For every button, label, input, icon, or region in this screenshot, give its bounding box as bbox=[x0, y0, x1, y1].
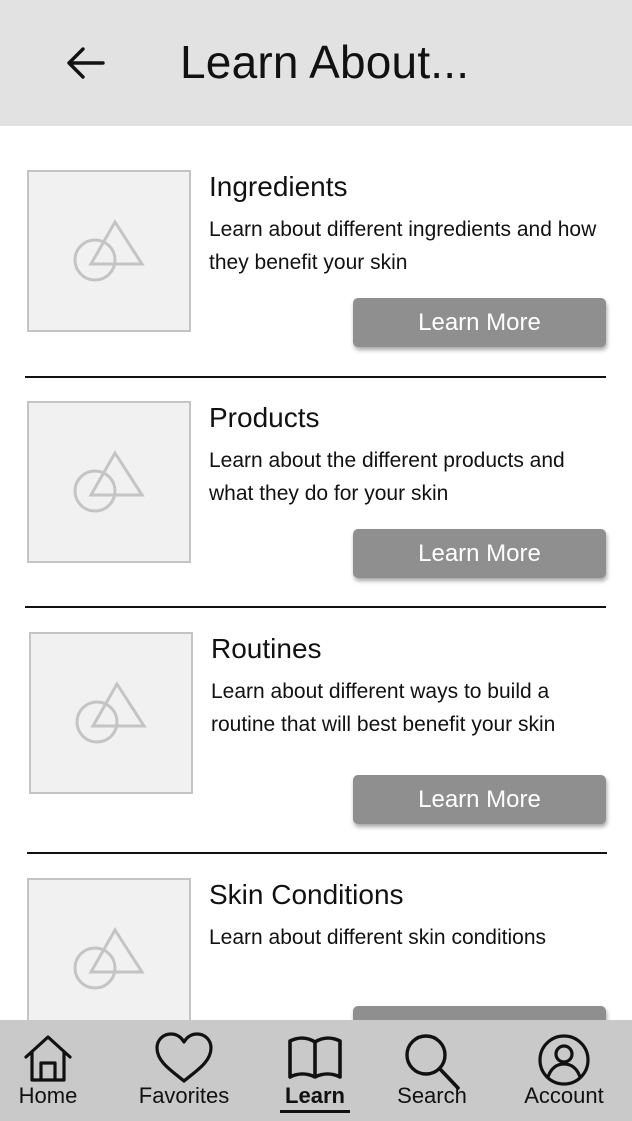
active-tab-indicator bbox=[280, 1110, 350, 1113]
nav-item-home[interactable]: Home bbox=[4, 1020, 92, 1121]
book-icon bbox=[288, 1036, 342, 1079]
topic-image bbox=[27, 170, 191, 332]
image-placeholder-icon bbox=[73, 927, 145, 990]
topic-title: Ingredients bbox=[209, 171, 348, 202]
topic-image bbox=[29, 632, 193, 794]
image-placeholder-icon bbox=[73, 219, 145, 282]
topic-description: Learn about different ingredients and ho… bbox=[209, 218, 597, 274]
heart-icon bbox=[155, 1032, 213, 1083]
learn-more-button[interactable]: Learn More bbox=[353, 775, 606, 824]
page-title: Learn About... bbox=[180, 36, 470, 88]
image-placeholder-icon bbox=[75, 681, 147, 744]
image-placeholder-icon bbox=[73, 450, 145, 513]
learn-more-button[interactable]: Learn More bbox=[353, 529, 606, 578]
learn-screen: Learn About... Ingredients Learn about d… bbox=[0, 0, 632, 1121]
header-bar: Learn About... bbox=[0, 0, 632, 126]
nav-item-account[interactable]: Account bbox=[516, 1020, 612, 1121]
topic-image bbox=[27, 878, 191, 1040]
topic-image bbox=[27, 401, 191, 563]
bottom-nav: Home Favorites Learn Search Account bbox=[0, 1020, 632, 1121]
nav-label: Account bbox=[524, 1083, 604, 1108]
divider bbox=[25, 606, 606, 608]
nav-label: Favorites bbox=[138, 1083, 230, 1108]
nav-label: Home bbox=[18, 1083, 78, 1108]
nav-item-favorites[interactable]: Favorites bbox=[132, 1020, 236, 1121]
arrow-left-icon bbox=[67, 47, 105, 79]
topic-title: Products bbox=[209, 402, 320, 433]
home-icon bbox=[24, 1035, 72, 1082]
nav-item-learn[interactable]: Learn bbox=[276, 1020, 354, 1121]
learn-more-button[interactable]: Learn More bbox=[353, 298, 606, 347]
nav-label: Learn bbox=[285, 1083, 345, 1108]
back-button[interactable] bbox=[58, 36, 112, 90]
divider bbox=[27, 852, 607, 854]
nav-label: Search bbox=[397, 1083, 467, 1108]
divider bbox=[25, 376, 606, 378]
topic-title: Skin Conditions bbox=[209, 879, 404, 910]
topic-description: Learn about different skin conditions bbox=[209, 926, 547, 949]
topic-title: Routines bbox=[211, 633, 322, 664]
topic-description: Learn about the different products and w… bbox=[209, 449, 565, 505]
topic-description: Learn about different ways to build a ro… bbox=[211, 680, 556, 736]
account-icon bbox=[538, 1034, 590, 1086]
nav-item-search[interactable]: Search bbox=[390, 1020, 474, 1121]
